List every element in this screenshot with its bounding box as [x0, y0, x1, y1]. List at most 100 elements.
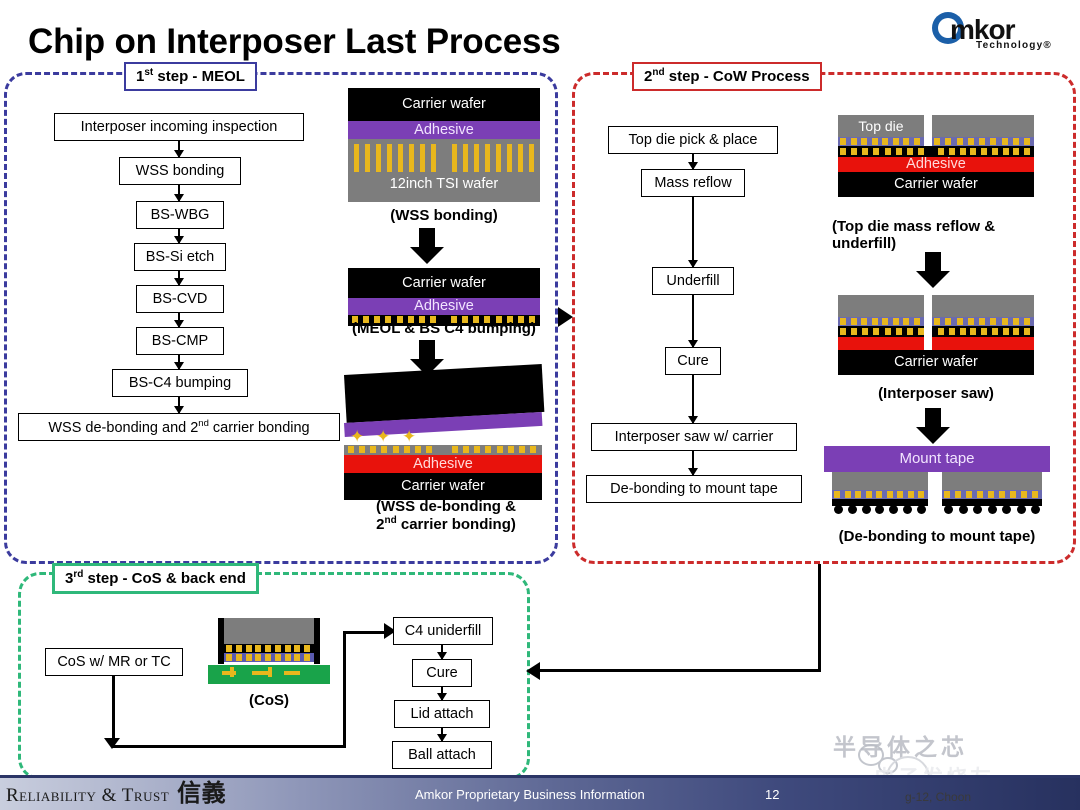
panel-step2-label: 2nd step - CoW Process [632, 62, 822, 91]
cos-left-box-arrowhead [104, 738, 120, 749]
down-arrow-icon [916, 252, 950, 290]
flow-box-bs-c4-bumping[interactable]: BS-C4 bumping [112, 369, 248, 397]
flow-box-top-die-pick-place[interactable]: Top die pick & place [608, 126, 778, 154]
flow-box-c4-underfill[interactable]: C4 uniderfill [393, 617, 493, 645]
connector-arrow [174, 141, 184, 158]
c4-bumps-left [840, 148, 924, 155]
flow-box-bs-cmp[interactable]: BS-CMP [136, 327, 224, 355]
reliability-trust-text: Reliability & Trust [6, 785, 170, 806]
flow-box-label-sup: nd [198, 418, 209, 430]
connector-arrow [174, 229, 184, 244]
caption-top-die-reflow: (Top die mass reflow & underfill) [832, 218, 1050, 253]
flow-box-wss-debonding-2nd-carrier[interactable]: WSS de-bonding and 2nd carrier bonding [18, 413, 340, 441]
microbumps-left [840, 318, 920, 325]
flow-box-lid-attach[interactable]: Lid attach [394, 700, 490, 728]
layer-top-die-right [932, 115, 1034, 137]
connector-arrow [174, 185, 184, 202]
illustration-cos [208, 618, 330, 690]
flow-box-ball-attach[interactable]: Ball attach [392, 741, 492, 769]
flow-box-mass-reflow[interactable]: Mass reflow [641, 169, 745, 197]
underfill-right [932, 317, 1034, 326]
page-title: Chip on Interposer Last Process [28, 22, 561, 61]
microbumps-right [934, 318, 1030, 325]
flow-box-bs-si-etch[interactable]: BS-Si etch [134, 243, 226, 271]
layer-carrier-wafer: Carrier wafer [838, 172, 1034, 197]
flow-box-label: Cure [426, 665, 458, 681]
caption-line-2-sup: nd [384, 515, 397, 527]
illustration-meol-bs-c4-bumping: Carrier wafer Adhesive [348, 268, 540, 326]
footer-note: g-12, Choon [905, 790, 972, 804]
cos-top-die [224, 618, 314, 644]
illustration-top-die-reflow: Top die Adhesive Carrier wafer [838, 115, 1034, 197]
down-arrow-icon [916, 408, 950, 446]
layer-adhesive: Adhesive [348, 298, 540, 315]
flow-box-label: WSS de-bonding and 2nd carrier bonding [48, 418, 309, 436]
microbumps-right [944, 491, 1038, 498]
layer-top-die-left [838, 295, 924, 317]
layer-carrier-wafer: Carrier wafer [348, 88, 540, 121]
flow-box-cos-w-mr-or-tc[interactable]: CoS w/ MR or TC [45, 648, 183, 676]
connector-arrow [688, 451, 698, 476]
underfill-left [838, 317, 924, 326]
illustration-wss-debonding: ✦ ✦ ✦ Adhesive Carrier wafer [344, 363, 545, 500]
c4-balls-left [834, 505, 926, 514]
flow-box-wss-bonding[interactable]: WSS bonding [119, 157, 241, 185]
layer-adhesive [838, 337, 1034, 350]
flow-box-label: Top die pick & place [628, 132, 758, 148]
panel-step1-label: 1st step - MEOL [124, 62, 257, 91]
connector-arrow [688, 375, 698, 424]
connector-arrow [688, 197, 698, 268]
layer-carrier-wafer: Carrier wafer [838, 350, 1034, 375]
flow-box-label: De-bonding to mount tape [610, 481, 778, 497]
panel1-to-panel2-arrow [558, 307, 573, 327]
connector-arrow [688, 295, 698, 348]
underfill-right [942, 490, 1042, 499]
caption-line-1: (WSS de-bonding & [376, 498, 516, 515]
reliability-trust-mark: Reliability & Trust 信義 [6, 773, 226, 808]
caption-interposer-saw: (Interposer saw) [878, 385, 994, 402]
cos-microbumps-row2 [226, 654, 310, 661]
footer-page-number: 12 [765, 787, 780, 802]
caption-line-2: underfill) [832, 235, 897, 253]
flow-box-interposer-saw-w-carrier[interactable]: Interposer saw w/ carrier [591, 423, 797, 451]
flow-box-debonding-to-mount-tape[interactable]: De-bonding to mount tape [586, 475, 802, 503]
illustration-mount-tape: Mount tape [824, 446, 1050, 518]
cow-to-cos-connector-vertical [818, 564, 821, 672]
flow-box-label: Mass reflow [654, 175, 732, 191]
connector-arrow [437, 645, 447, 660]
flow-box-label: Interposer incoming inspection [80, 119, 278, 135]
c4-bumps-left [348, 446, 432, 453]
down-arrow-icon [410, 228, 444, 266]
layer-tsi-wafer: 12inch TSI wafer [348, 139, 540, 202]
cos-connector-to-c4 [343, 631, 389, 634]
flow-box-cure[interactable]: Cure [412, 659, 472, 687]
underfill-left [838, 137, 924, 146]
die-stack-left [832, 472, 928, 490]
microbumps-right [934, 138, 1030, 145]
flow-box-label: BS-WBG [150, 207, 210, 223]
caption-line-1: (Top die mass reflow & [832, 218, 996, 235]
connector-arrow [174, 313, 184, 328]
caption-mount-tape: (De-bonding to mount tape) [838, 528, 1036, 545]
flow-box-label: Cure [677, 353, 709, 369]
illustration-interposer-saw: Carrier wafer [838, 295, 1034, 375]
saw-cut-line [924, 295, 932, 350]
flow-box-label: WSS bonding [135, 163, 225, 179]
caption-meol-bs-c4-bumping: (MEOL & BS C4 bumping) [352, 320, 536, 337]
step3-title: step - CoS & back end [83, 570, 246, 587]
flow-box-interposer-incoming-inspection[interactable]: Interposer incoming inspection [54, 113, 304, 141]
cos-underfill [224, 653, 314, 662]
amkor-tagline: Technology® [976, 40, 1052, 51]
c4-bumps-right [938, 328, 1030, 335]
caption-line-2-post: carrier bonding) [396, 516, 516, 534]
step3-ordinal-suffix: rd [73, 569, 84, 580]
flow-box-cure[interactable]: Cure [665, 347, 721, 375]
caption-cos: (CoS) [249, 692, 289, 709]
flow-box-bs-wbg[interactable]: BS-WBG [136, 201, 224, 229]
connector-arrow [437, 687, 447, 701]
connector-arrow [174, 355, 184, 370]
flow-box-underfill[interactable]: Underfill [652, 267, 734, 295]
cos-connector-riser [343, 632, 346, 748]
flow-box-bs-cvd[interactable]: BS-CVD [136, 285, 224, 313]
caption-line-2: 2nd carrier bonding) [334, 515, 558, 533]
